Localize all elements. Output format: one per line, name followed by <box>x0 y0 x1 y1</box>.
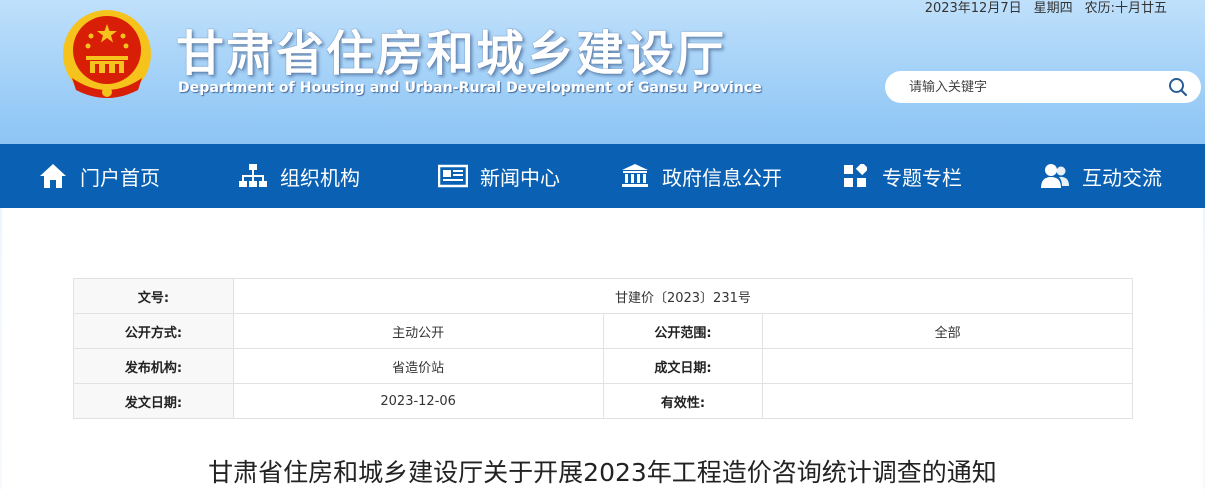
nav-item-label: 门户首页 <box>80 165 160 190</box>
org-chart-icon <box>238 161 268 191</box>
date-bar: 2023年12月7日 星期四 农历:十月廿五 <box>925 0 1167 16</box>
nav-item-label: 新闻中心 <box>480 165 560 190</box>
publisher-value: 省造价站 <box>232 348 604 384</box>
government-building-icon <box>620 161 650 191</box>
doc-no-value: 甘建价〔2023〕231号 <box>232 278 1134 314</box>
publisher-label: 发布机构: <box>73 348 234 384</box>
nav-item-label: 政府信息公开 <box>662 165 782 190</box>
nav-item-news[interactable]: 新闻中心 <box>438 144 560 208</box>
disclosure-scope-label: 公开范围: <box>602 313 764 349</box>
newspaper-icon <box>438 161 468 191</box>
nav-item-home[interactable]: 门户首页 <box>38 144 160 208</box>
doc-no-label: 文号: <box>73 278 234 314</box>
table-row: 公开方式: 主动公开 公开范围: 全部 <box>73 313 1133 349</box>
nav-item-label: 组织机构 <box>280 165 360 190</box>
lunar-date: 农历:十月廿五 <box>1084 1 1167 16</box>
disclosure-method-value: 主动公开 <box>232 313 604 349</box>
site-subtitle: Department of Housing and Urban-Rural De… <box>178 80 762 96</box>
search-input[interactable] <box>909 79 1167 95</box>
disclosure-scope-value: 全部 <box>762 313 1133 349</box>
users-icon <box>1040 161 1070 191</box>
article-title: 甘肃省住房和城乡建设厅关于开展2023年工程造价咨询统计调查的通知 <box>208 458 997 487</box>
doc-info-table: 文号: 甘建价〔2023〕231号 公开方式: 主动公开 公开范围: 全部 发布… <box>73 278 1134 419</box>
home-icon <box>38 161 68 191</box>
validity-value <box>762 383 1133 419</box>
written-date-value <box>762 348 1133 384</box>
table-row: 发文日期: 2023-12-06 有效性: <box>73 383 1133 419</box>
nav-item-label: 互动交流 <box>1082 165 1162 190</box>
written-date-label: 成文日期: <box>602 348 764 384</box>
site-title: 甘肃省住房和城乡建设厅 <box>176 26 727 82</box>
nav-item-topics[interactable]: 专题专栏 <box>840 144 962 208</box>
nav-item-gov-info[interactable]: 政府信息公开 <box>620 144 782 208</box>
issue-date-value: 2023-12-06 <box>232 383 604 419</box>
national-emblem-icon <box>58 6 156 104</box>
disclosure-method-label: 公开方式: <box>73 313 234 349</box>
nav-item-interaction[interactable]: 互动交流 <box>1040 144 1162 208</box>
site-header: 2023年12月7日 星期四 农历:十月廿五 甘肃省住房和城乡建设厅 Depar… <box>0 0 1205 144</box>
validity-label: 有效性: <box>602 383 764 419</box>
nav-item-organization[interactable]: 组织机构 <box>238 144 360 208</box>
table-row: 文号: 甘建价〔2023〕231号 <box>73 278 1134 314</box>
current-weekday: 星期四 <box>1033 1 1073 16</box>
nav-item-label: 专题专栏 <box>882 165 962 190</box>
issue-date-label: 发文日期: <box>73 383 234 419</box>
table-row: 发布机构: 省造价站 成文日期: <box>73 348 1133 384</box>
grid-icon <box>840 161 870 191</box>
main-nav: 门户首页 组织机构 新闻中心 政府信息公开 专题专栏 互动交流 <box>0 144 1205 208</box>
search-box <box>885 71 1201 103</box>
current-date: 2023年12月7日 <box>924 1 1022 16</box>
search-icon[interactable] <box>1167 76 1189 98</box>
